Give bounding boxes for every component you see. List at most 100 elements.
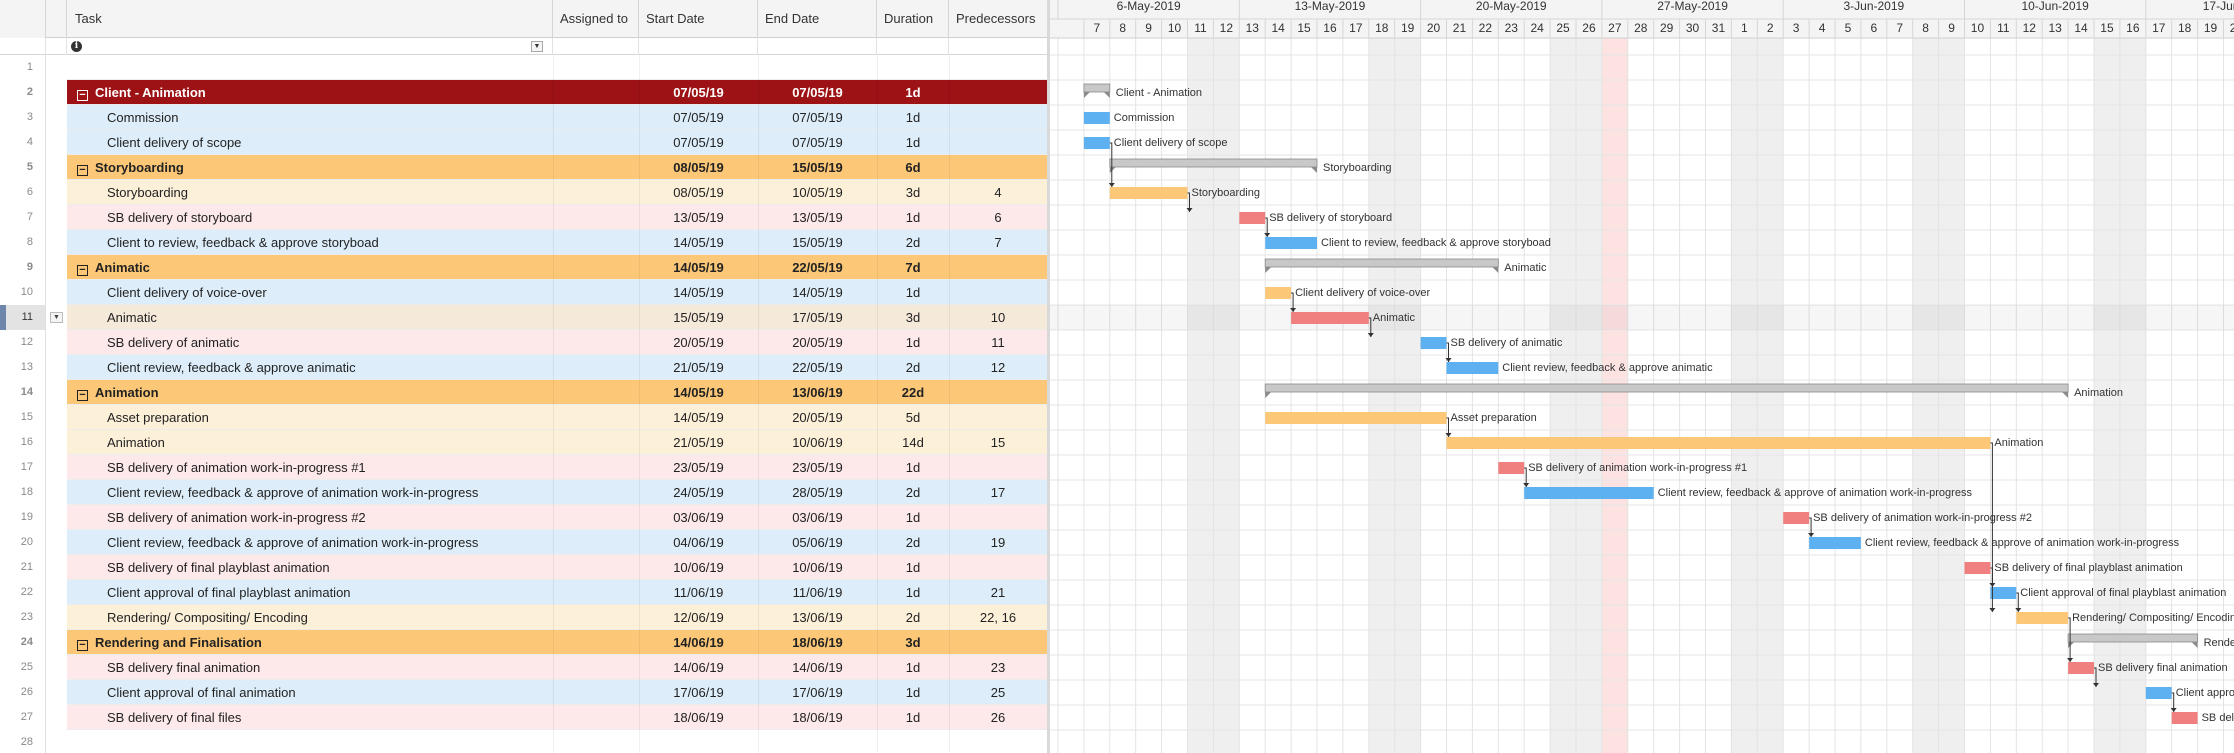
task-name-cell[interactable]: Client review, feedback & approve of ani… — [67, 480, 553, 505]
duration-cell[interactable]: 22d — [877, 380, 949, 405]
summary-bar[interactable] — [2067, 633, 2198, 643]
task-bar[interactable] — [1446, 437, 1991, 449]
start-date-cell[interactable]: 08/05/19 — [639, 155, 758, 180]
table-row[interactable]: 19 SB delivery of animation work-in-progr… — [0, 505, 1047, 530]
assigned-cell[interactable] — [553, 105, 639, 130]
column-header-task[interactable]: Task — [67, 0, 553, 38]
duration-cell[interactable]: 1d — [877, 580, 949, 605]
table-row[interactable]: 1 — [0, 55, 1047, 80]
start-date-cell[interactable]: 07/05/19 — [639, 130, 758, 155]
assigned-cell[interactable] — [553, 205, 639, 230]
duration-cell[interactable] — [877, 55, 949, 80]
start-date-cell[interactable]: 24/05/19 — [639, 480, 758, 505]
task-bar[interactable] — [1809, 537, 1861, 549]
row-action-cell[interactable] — [46, 330, 67, 355]
row-number[interactable]: 27 — [0, 705, 46, 730]
task-bar[interactable] — [1420, 337, 1447, 349]
predecessors-cell[interactable]: 23 — [949, 655, 1047, 680]
assigned-cell[interactable] — [553, 630, 639, 655]
row-action-cell[interactable] — [46, 230, 67, 255]
end-date-cell[interactable]: 20/05/19 — [758, 330, 877, 355]
row-number[interactable]: 12 — [0, 330, 46, 355]
info-icon[interactable]: i — [71, 41, 82, 52]
row-number[interactable]: 5 — [0, 155, 46, 180]
table-row[interactable]: 17 SB delivery of animation work-in-progr… — [0, 455, 1047, 480]
predecessors-cell[interactable]: 26 — [949, 705, 1047, 730]
duration-cell[interactable]: 1d — [877, 705, 949, 730]
end-date-cell[interactable]: 13/06/19 — [758, 605, 877, 630]
task-bar[interactable] — [1083, 112, 1110, 124]
start-date-cell[interactable]: 08/05/19 — [639, 180, 758, 205]
column-header-start-date[interactable]: Start Date — [639, 0, 758, 38]
row-number[interactable]: 14 — [0, 380, 46, 405]
task-name-cell[interactable]: Animatic — [67, 305, 553, 330]
summary-bar[interactable] — [1264, 258, 1499, 268]
predecessors-cell[interactable] — [949, 130, 1047, 155]
task-name-cell[interactable]: SB delivery final animation — [67, 655, 553, 680]
predecessors-cell[interactable]: 25 — [949, 680, 1047, 705]
start-date-cell[interactable]: 04/06/19 — [639, 530, 758, 555]
duration-cell[interactable]: 6d — [877, 155, 949, 180]
column-header-duration[interactable]: Duration — [877, 0, 949, 38]
duration-cell[interactable]: 1d — [877, 505, 949, 530]
table-row[interactable]: 22 Client approval of final playblast ani… — [0, 580, 1047, 605]
row-number[interactable]: 17 — [0, 455, 46, 480]
assigned-cell[interactable] — [553, 80, 639, 105]
row-action-cell[interactable] — [46, 680, 67, 705]
start-date-cell[interactable]: 14/05/19 — [639, 255, 758, 280]
duration-cell[interactable]: 3d — [877, 180, 949, 205]
end-date-cell[interactable]: 17/06/19 — [758, 680, 877, 705]
row-number[interactable]: 2 — [0, 80, 46, 105]
table-row[interactable]: 11 ▼ Animatic 15/05/19 17/05/19 3d 10 — [0, 305, 1047, 330]
end-date-cell[interactable]: 11/06/19 — [758, 580, 877, 605]
predecessors-cell[interactable] — [949, 255, 1047, 280]
task-name-cell[interactable]: − Animatic — [67, 255, 553, 280]
summary-bar[interactable] — [1264, 383, 2069, 393]
predecessors-cell[interactable] — [949, 405, 1047, 430]
row-action-cell[interactable] — [46, 530, 67, 555]
task-bar[interactable] — [1498, 462, 1525, 474]
start-date-cell[interactable]: 20/05/19 — [639, 330, 758, 355]
assigned-cell[interactable] — [553, 405, 639, 430]
end-date-cell[interactable]: 05/06/19 — [758, 530, 877, 555]
row-number[interactable]: 22 — [0, 580, 46, 605]
task-name-cell[interactable]: − Rendering and Finalisation — [67, 630, 553, 655]
end-date-cell[interactable]: 10/06/19 — [758, 430, 877, 455]
assigned-cell[interactable] — [553, 705, 639, 730]
assigned-cell[interactable] — [553, 330, 639, 355]
assigned-cell[interactable] — [553, 680, 639, 705]
start-date-cell[interactable]: 14/05/19 — [639, 405, 758, 430]
summary-row[interactable]: 9 − Animatic 14/05/19 22/05/19 7d — [0, 255, 1047, 280]
start-date-cell[interactable]: 15/05/19 — [639, 305, 758, 330]
row-action-cell[interactable] — [46, 155, 67, 180]
assigned-cell[interactable] — [553, 180, 639, 205]
assigned-cell[interactable] — [553, 155, 639, 180]
duration-cell[interactable]: 1d — [877, 680, 949, 705]
predecessors-cell[interactable]: 22, 16 — [949, 605, 1047, 630]
predecessors-cell[interactable] — [949, 55, 1047, 80]
row-number[interactable]: 21 — [0, 555, 46, 580]
duration-cell[interactable]: 1d — [877, 205, 949, 230]
task-bar[interactable] — [1524, 487, 1654, 499]
duration-cell[interactable]: 1d — [877, 105, 949, 130]
row-action-cell[interactable] — [46, 405, 67, 430]
duration-cell[interactable]: 14d — [877, 430, 949, 455]
summary-bar[interactable] — [1109, 158, 1318, 168]
duration-cell[interactable]: 1d — [877, 130, 949, 155]
assigned-cell[interactable] — [553, 430, 639, 455]
column-header-assigned[interactable]: Assigned to — [553, 0, 639, 38]
summary-row[interactable]: 24 − Rendering and Finalisation 14/06/19 18/… — [0, 630, 1047, 655]
row-number[interactable]: 19 — [0, 505, 46, 530]
row-action-cell[interactable] — [46, 605, 67, 630]
table-row[interactable]: 20 Client review, feedback & approve of a… — [0, 530, 1047, 555]
row-number[interactable]: 24 — [0, 630, 46, 655]
end-date-cell[interactable]: 20/05/19 — [758, 405, 877, 430]
task-name-cell[interactable]: Commission — [67, 105, 553, 130]
assigned-cell[interactable] — [553, 730, 639, 753]
duration-cell[interactable]: 2d — [877, 605, 949, 630]
end-date-cell[interactable]: 03/06/19 — [758, 505, 877, 530]
task-name-cell[interactable]: SB delivery of storyboard — [67, 205, 553, 230]
row-number[interactable]: 25 — [0, 655, 46, 680]
duration-cell[interactable] — [877, 730, 949, 753]
duration-cell[interactable]: 1d — [877, 655, 949, 680]
